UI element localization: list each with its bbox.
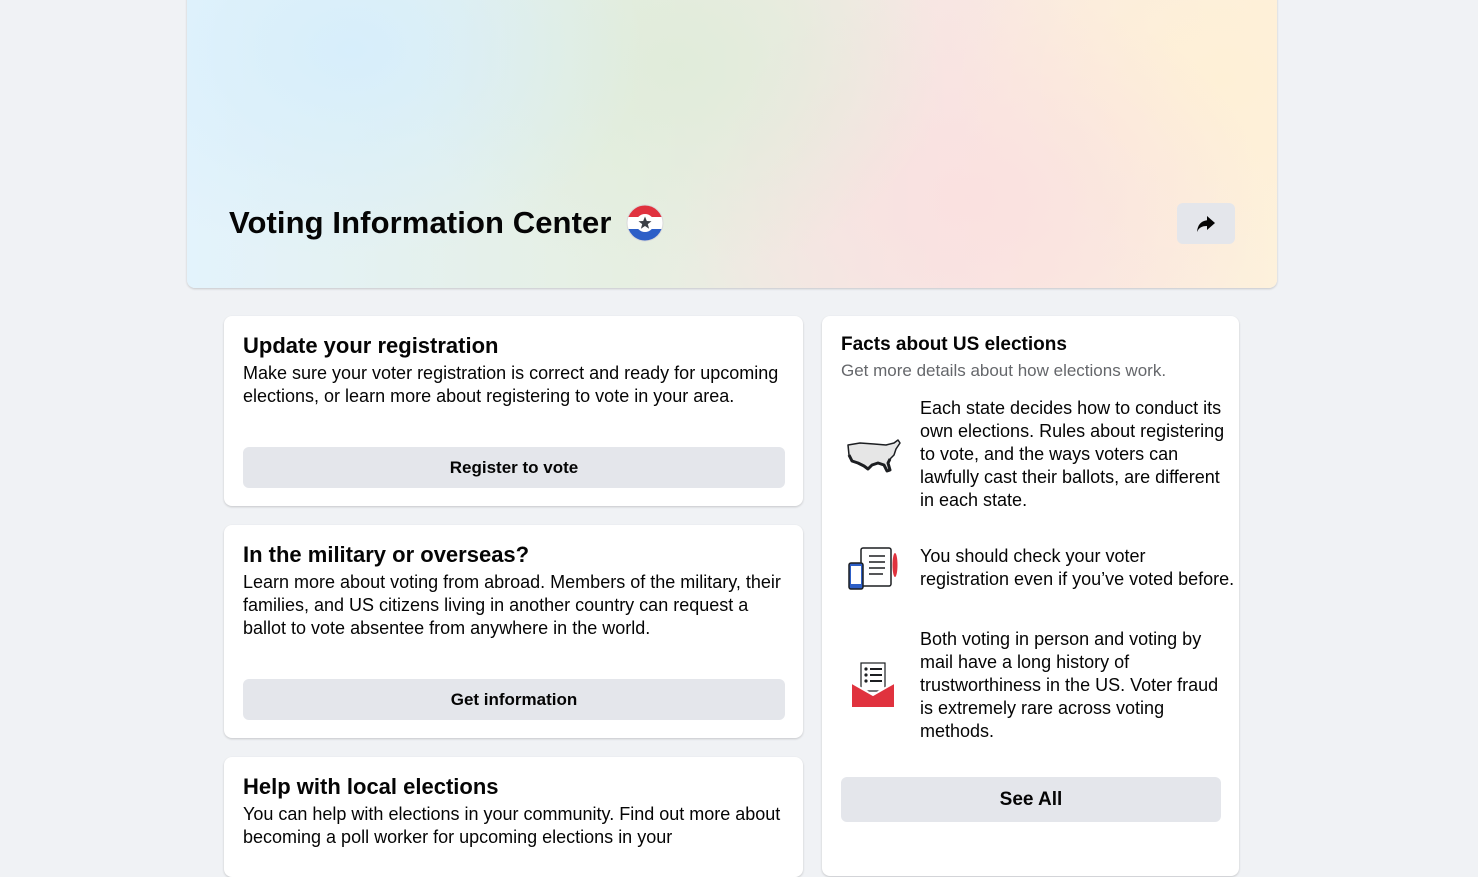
devices-registration-icon (841, 536, 905, 600)
facts-title: Facts about US elections (841, 334, 1067, 355)
hero-banner: Voting Information Center (187, 0, 1277, 288)
fact-item: Both voting in person and voting by mail… (841, 628, 1236, 743)
facts-subtitle: Get more details about how elections wor… (841, 361, 1167, 380)
fact-item: You should check your voter registration… (841, 536, 1236, 600)
card-description: You can help with elections in your comm… (243, 804, 781, 847)
share-arrow-icon (1197, 215, 1215, 232)
fact-text: Each state decides how to conduct its ow… (920, 398, 1225, 510)
fact-item: Each state decides how to conduct its ow… (841, 397, 1236, 512)
us-map-icon (841, 423, 905, 487)
page-title: Voting Information Center (229, 204, 664, 242)
local-elections-card: Help with local elections You can help w… (224, 757, 803, 877)
fact-text: Both voting in person and voting by mail… (920, 629, 1219, 741)
voting-badge-icon (626, 204, 664, 242)
card-description: Learn more about voting from abroad. Mem… (243, 572, 781, 638)
share-button[interactable] (1177, 203, 1235, 244)
fact-text: You should check your voter registration… (920, 546, 1235, 589)
get-information-button[interactable]: Get information (243, 679, 785, 720)
card-title: Update your registration (243, 333, 499, 358)
military-overseas-card: In the military or overseas? Learn more … (224, 525, 803, 738)
register-to-vote-button[interactable]: Register to vote (243, 447, 785, 488)
registration-card: Update your registration Make sure your … (224, 316, 803, 506)
mail-ballot-icon (841, 654, 905, 718)
card-description: Make sure your voter registration is cor… (243, 363, 779, 406)
see-all-button[interactable]: See All (841, 777, 1221, 822)
page-title-text: Voting Information Center (229, 205, 612, 240)
card-title: Help with local elections (243, 774, 499, 799)
card-title: In the military or overseas? (243, 542, 530, 567)
facts-card: Facts about US elections Get more detail… (822, 316, 1239, 876)
